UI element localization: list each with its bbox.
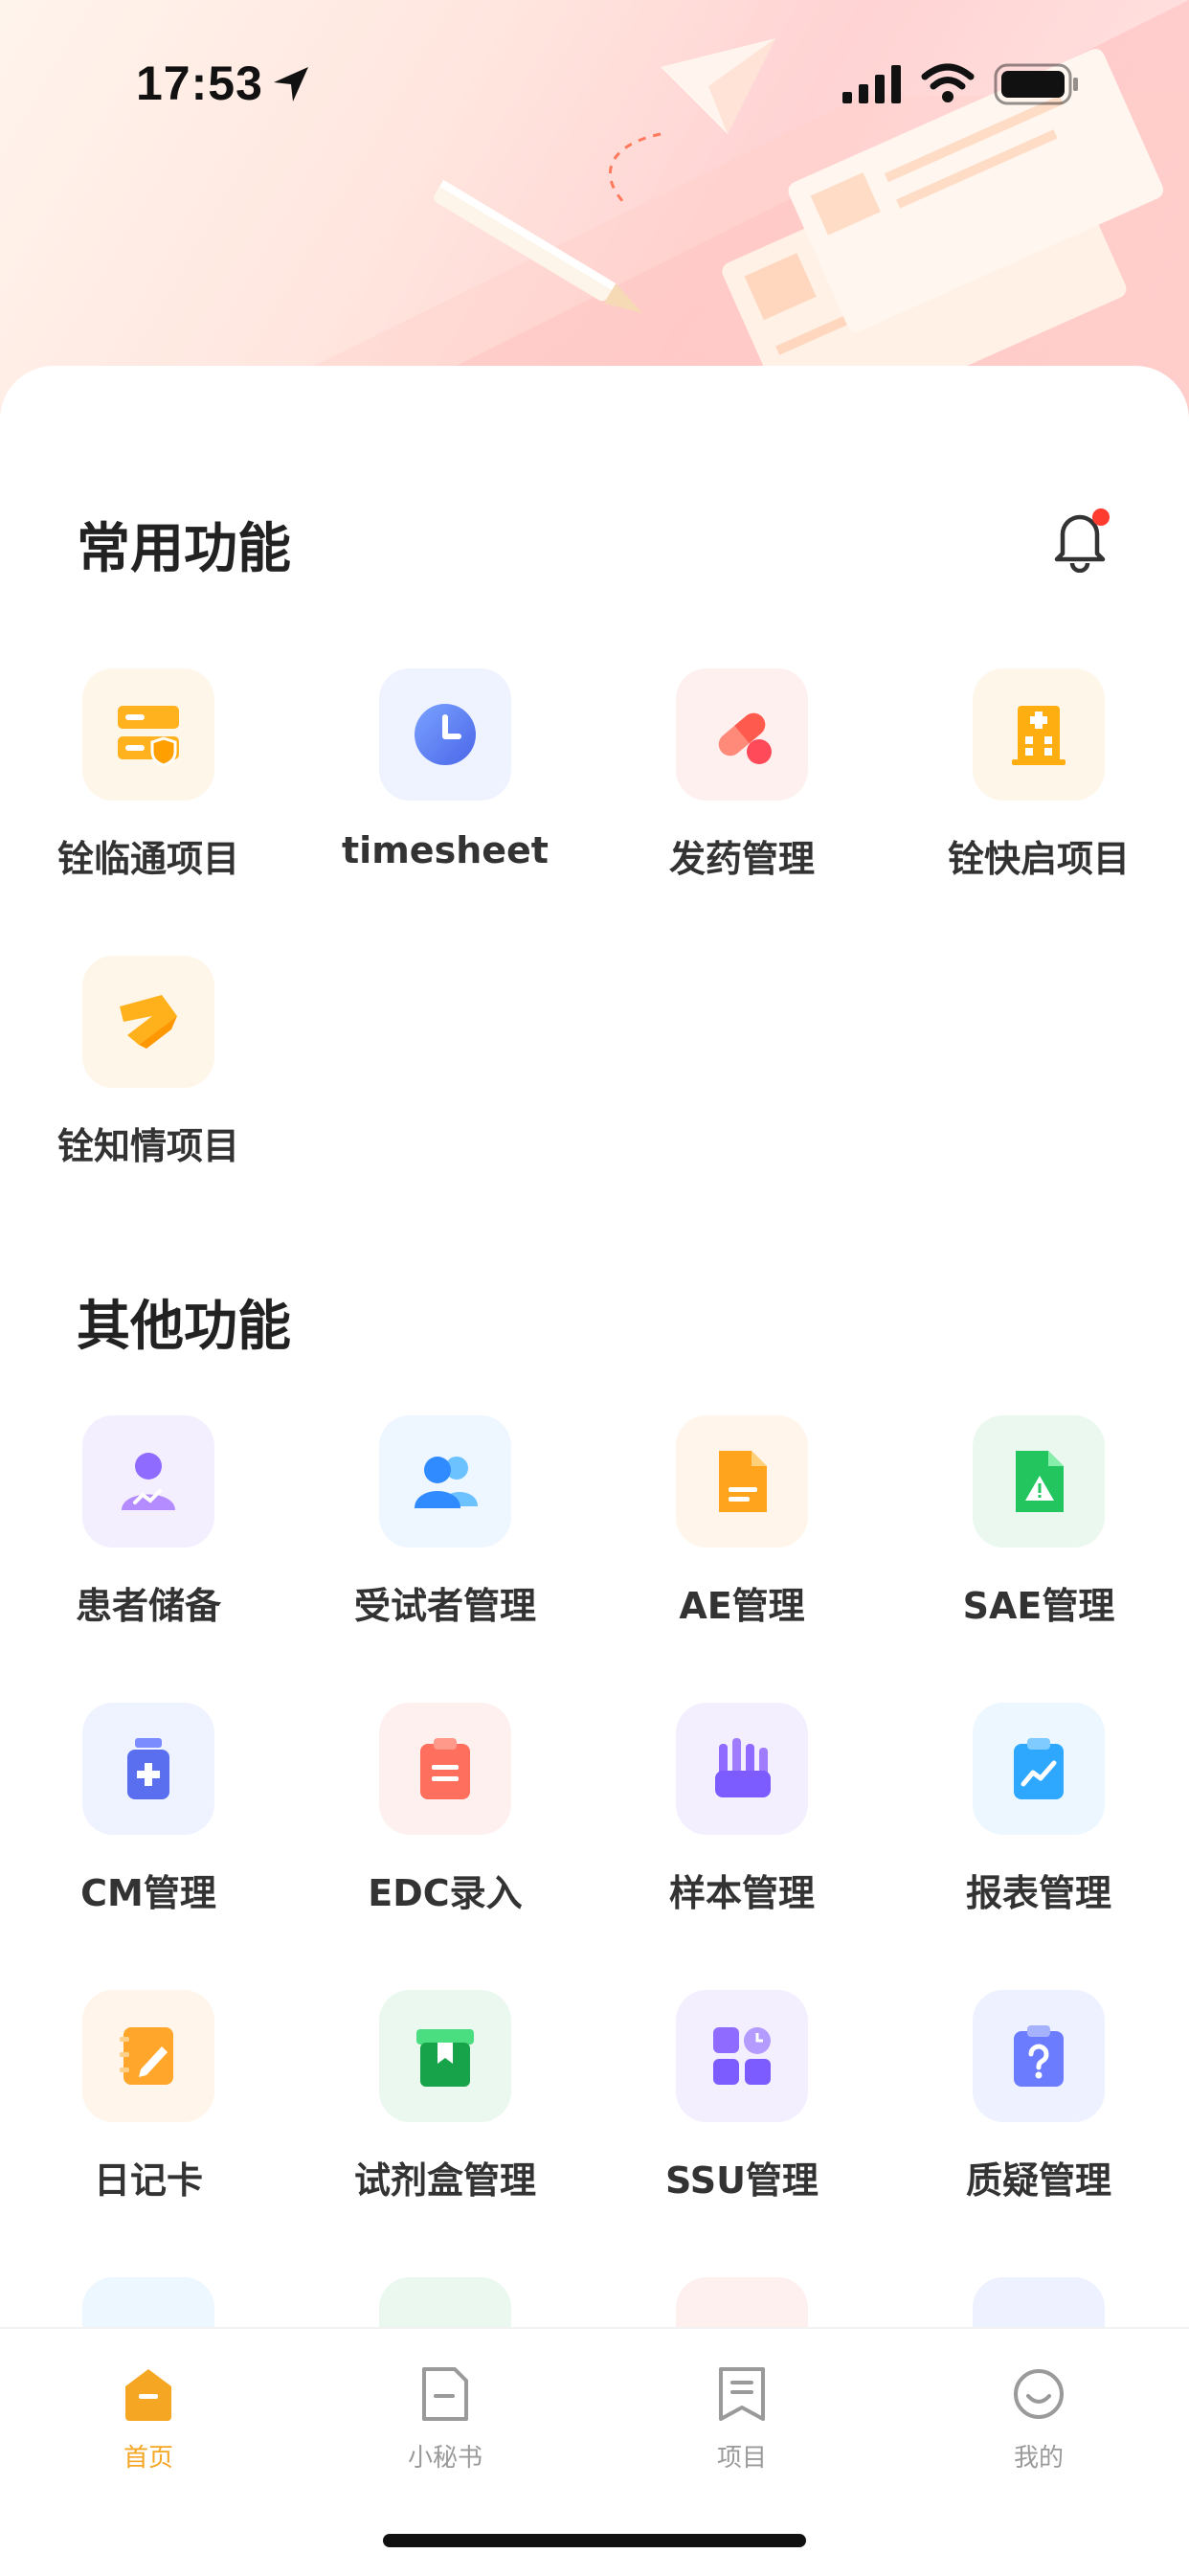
grid-item-quanzhiqing[interactable]: 铨知情项目 — [0, 956, 297, 1167]
grid-item-label: 质疑管理 — [965, 2159, 1111, 2202]
notification-bell-icon[interactable] — [1049, 506, 1110, 573]
battery-icon — [994, 63, 1078, 105]
pill-icon — [676, 668, 808, 801]
tab-me[interactable]: 我的 — [943, 2365, 1134, 2480]
tab-assistant[interactable]: 小秘书 — [349, 2365, 541, 2480]
grid-item-sample-management[interactable]: 样本管理 — [594, 1703, 890, 1914]
grid-item-quankuaiqi[interactable]: 铨快启项目 — [890, 668, 1187, 880]
grid-item-label: SSU管理 — [665, 2159, 819, 2202]
grid-item-label: AE管理 — [679, 1585, 805, 1627]
section-title-common: 常用功能 — [77, 518, 291, 580]
grid-item-sae-management[interactable]: SAE管理 — [890, 1415, 1187, 1627]
grid-item-timesheet[interactable]: timesheet — [297, 668, 594, 879]
grid-item-label: 日记卡 — [93, 2159, 203, 2202]
smile-icon — [1014, 2369, 1064, 2419]
grid-item-patient-reserve[interactable]: 患者储备 — [0, 1415, 297, 1627]
grid-item-label: SAE管理 — [962, 1585, 1115, 1627]
grid-item-label: 铨知情项目 — [56, 1125, 239, 1167]
tab-label: 首页 — [123, 2444, 173, 2473]
grid-item-quanlintong[interactable]: 铨临通项目 — [0, 668, 297, 880]
chart-clipboard-icon — [973, 1703, 1105, 1835]
section-title-other: 其他功能 — [77, 1296, 291, 1358]
tab-label: 小秘书 — [407, 2444, 482, 2473]
grid-item-label: 铨临通项目 — [56, 838, 239, 880]
location-arrow-icon — [274, 67, 308, 102]
tab-label: 我的 — [1013, 2444, 1064, 2473]
grid-item-edc-entry[interactable]: EDC录入 — [297, 1703, 594, 1914]
status-bar: 17:53 — [0, 0, 1189, 172]
tab-label: 项目 — [716, 2444, 767, 2473]
signal-icon — [842, 65, 901, 103]
clock-icon — [379, 668, 511, 801]
grid-item-label: 试剂盒管理 — [353, 2159, 536, 2202]
status-time: 17:53 — [136, 56, 263, 110]
apps-grid-icon — [676, 1990, 808, 2122]
grid-item-label: CM管理 — [80, 1872, 216, 1914]
wifi-icon — [921, 63, 975, 102]
notebook-pen-icon — [82, 1990, 214, 2122]
patient-icon — [82, 1415, 214, 1548]
kit-box-icon — [379, 1990, 511, 2122]
hospital-building-icon — [973, 668, 1105, 801]
grid-item-ssu-management[interactable]: SSU管理 — [594, 1990, 890, 2202]
subjects-icon — [379, 1415, 511, 1548]
medicine-bottle-icon — [82, 1703, 214, 1835]
grid-item-label: EDC录入 — [368, 1872, 523, 1914]
grid-item-label: 患者储备 — [75, 1585, 221, 1627]
grid-item-label: 发药管理 — [668, 838, 815, 880]
server-shield-icon — [82, 668, 214, 801]
test-tubes-icon — [676, 1703, 808, 1835]
grid-item-diary-card[interactable]: 日记卡 — [0, 1990, 297, 2202]
grid-item-label: 受试者管理 — [353, 1585, 536, 1627]
warning-file-icon — [973, 1415, 1105, 1548]
clipboard-icon — [379, 1703, 511, 1835]
grid-item-label: 铨快启项目 — [947, 838, 1130, 880]
grid-item-label: 报表管理 — [965, 1872, 1111, 1914]
home-indicator[interactable] — [383, 2534, 806, 2547]
grid-item-label: timesheet — [342, 829, 549, 871]
notification-badge — [1092, 508, 1110, 526]
document-icon — [676, 1415, 808, 1548]
bookmark-doc-icon — [719, 2367, 765, 2421]
grid-item-query-management[interactable]: 质疑管理 — [890, 1990, 1187, 2202]
grid-item-subject-management[interactable]: 受试者管理 — [297, 1415, 594, 1627]
tab-projects[interactable]: 项目 — [646, 2365, 838, 2480]
home-icon — [125, 2369, 171, 2421]
grid-item-label: 样本管理 — [668, 1872, 815, 1914]
file-icon — [422, 2367, 468, 2421]
signature-ribbon-icon — [82, 956, 214, 1088]
grid-item-dispensing[interactable]: 发药管理 — [594, 668, 890, 880]
grid-item-ae-management[interactable]: AE管理 — [594, 1415, 890, 1627]
grid-item-cm-management[interactable]: CM管理 — [0, 1703, 297, 1914]
main-content: 常用功能 铨临通项目 timesheet 发药管理 铨快启项目 铨知情项目 其他… — [0, 366, 1189, 2574]
question-clipboard-icon — [973, 1990, 1105, 2122]
grid-item-report-management[interactable]: 报表管理 — [890, 1703, 1187, 1914]
grid-item-kit-management[interactable]: 试剂盒管理 — [297, 1990, 594, 2202]
tab-home[interactable]: 首页 — [53, 2365, 244, 2480]
